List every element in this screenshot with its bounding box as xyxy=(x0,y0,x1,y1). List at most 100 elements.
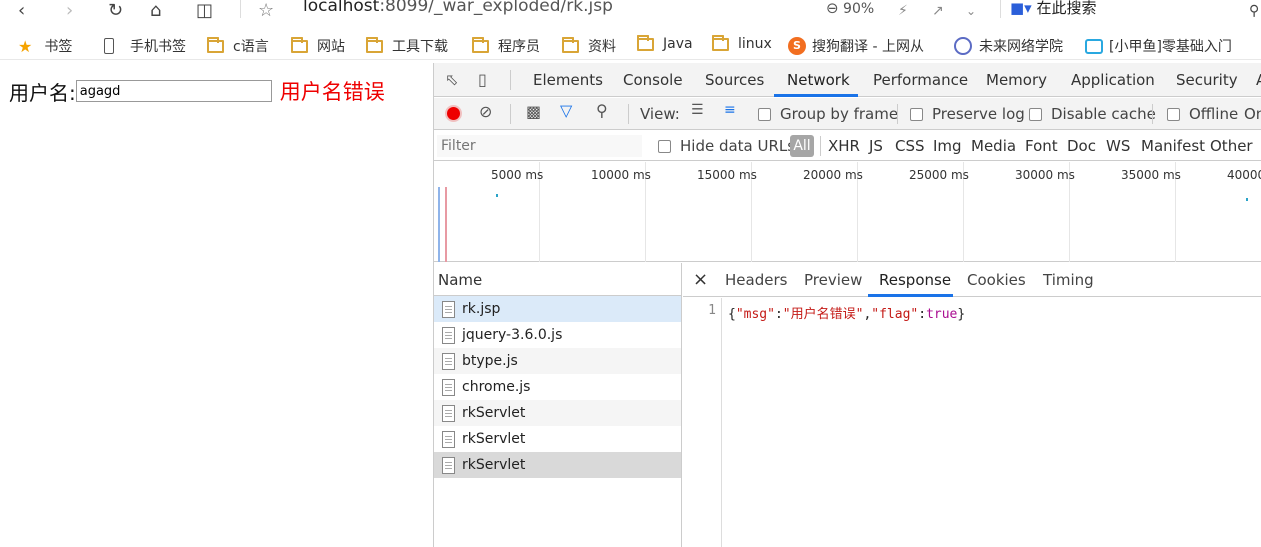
filter-js[interactable]: JS xyxy=(869,137,883,155)
checkbox-icon xyxy=(910,107,923,121)
phone-icon xyxy=(104,38,114,54)
disable-cache-checkbox[interactable]: Disable cache xyxy=(1029,105,1156,123)
bookmark-item[interactable]: c语言 xyxy=(207,36,269,56)
reader-icon[interactable]: ◫ xyxy=(196,2,213,20)
url-path: :8099/_war_exploded/rk.jsp xyxy=(379,0,613,16)
timeline-tick-label: 15000 ms xyxy=(697,168,757,182)
tab-headers[interactable]: Headers xyxy=(725,271,787,289)
request-row[interactable]: rk.jsp xyxy=(434,296,681,322)
close-icon[interactable]: × xyxy=(693,269,708,290)
group-by-frame-checkbox[interactable]: Group by frame xyxy=(758,105,898,123)
tab-preview[interactable]: Preview xyxy=(804,271,862,289)
bookmark-item[interactable]: 未来网络学院 xyxy=(954,36,1063,56)
request-row[interactable]: btype.js xyxy=(434,348,681,374)
timeline-tick-label: 25000 ms xyxy=(909,168,969,182)
response-body[interactable]: 1 {"msg":"用户名错误","flag":true} xyxy=(683,298,1261,547)
filter-doc[interactable]: Doc xyxy=(1067,137,1096,155)
filter-icon[interactable]: ▽ xyxy=(560,101,572,120)
device-toggle-icon[interactable]: ▯ xyxy=(478,70,487,89)
name-column-header[interactable]: Name xyxy=(434,263,681,296)
folder-icon xyxy=(207,36,224,53)
tab-network[interactable]: Network xyxy=(787,71,850,89)
bookmark-item[interactable]: [小甲鱼]零基础入门 xyxy=(1085,36,1261,56)
filter-media[interactable]: Media xyxy=(971,137,1016,155)
checkbox-icon xyxy=(1029,107,1042,121)
record-icon[interactable] xyxy=(445,105,462,122)
home-icon[interactable]: ⌂ xyxy=(150,2,161,20)
network-controls: ⊘ ▩ ▽ ⚲ View: ☰ ≡ Group by frame Preserv… xyxy=(434,98,1261,130)
file-icon xyxy=(442,456,455,474)
file-icon xyxy=(442,404,455,422)
throttling-select[interactable]: On xyxy=(1244,105,1261,123)
tab-elements[interactable]: Elements xyxy=(533,71,603,89)
address-bar[interactable]: localhost:8099/_war_exploded/rk.jsp xyxy=(303,0,613,16)
hide-data-urls-checkbox[interactable]: Hide data URLs xyxy=(658,137,795,155)
inspect-element-icon[interactable]: ⬁ xyxy=(445,70,458,89)
forward-icon[interactable]: › xyxy=(66,2,73,20)
response-code-line: {"msg":"用户名错误","flag":true} xyxy=(728,307,966,322)
bookmark-item[interactable]: 工具下载 xyxy=(366,36,448,56)
list-view-icon[interactable]: ☰ xyxy=(691,102,704,118)
request-row[interactable]: chrome.js xyxy=(434,374,681,400)
search-icon[interactable]: ⚲ xyxy=(1249,2,1259,20)
lightning-icon[interactable]: ⚡ xyxy=(898,2,908,20)
tab-overflow[interactable]: A xyxy=(1256,71,1261,89)
folder-icon xyxy=(291,36,308,53)
bookmark-item[interactable]: linux xyxy=(712,34,772,52)
filter-xhr[interactable]: XHR xyxy=(828,137,860,155)
login-form: 用户名: 用户名错误 xyxy=(9,76,385,106)
bookmark-item[interactable]: ★ 书签 xyxy=(18,36,72,56)
tab-timing[interactable]: Timing xyxy=(1043,271,1094,289)
tab-performance[interactable]: Performance xyxy=(873,71,968,89)
bookmark-item[interactable]: 手机书签 xyxy=(104,36,186,56)
request-row[interactable]: jquery-3.6.0.js xyxy=(434,322,681,348)
filter-all-button[interactable]: All xyxy=(790,135,814,157)
filter-font[interactable]: Font xyxy=(1025,137,1058,155)
bookmark-item[interactable]: 网站 xyxy=(291,36,345,56)
zoom-indicator[interactable]: ⊖ 90% xyxy=(826,0,874,17)
line-number: 1 xyxy=(683,298,722,547)
network-timeline[interactable]: 5000 ms 10000 ms 15000 ms 20000 ms 25000… xyxy=(434,162,1261,262)
favorite-star-icon[interactable]: ☆ xyxy=(258,2,274,20)
waterfall-view-icon[interactable]: ≡ xyxy=(724,102,736,118)
zoom-level: 90% xyxy=(843,1,875,17)
preserve-log-checkbox[interactable]: Preserve log xyxy=(910,105,1025,123)
filter-img[interactable]: Img xyxy=(933,137,962,155)
request-row[interactable]: rkServlet xyxy=(434,452,681,478)
chevron-down-icon[interactable]: ⌄ xyxy=(966,2,976,20)
bookmark-item[interactable]: 程序员 xyxy=(472,36,540,56)
request-row[interactable]: rkServlet xyxy=(434,400,681,426)
tab-response[interactable]: Response xyxy=(879,271,951,289)
camera-icon[interactable]: ▩ xyxy=(526,102,541,121)
bookmark-item[interactable]: S 搜狗翻译 - 上网从 xyxy=(788,36,924,56)
tab-cookies[interactable]: Cookies xyxy=(967,271,1026,289)
back-icon[interactable]: ‹ xyxy=(18,2,25,20)
filter-other[interactable]: Other xyxy=(1210,137,1253,155)
offline-checkbox[interactable]: Offline xyxy=(1167,105,1238,123)
reload-icon[interactable]: ↻ xyxy=(108,2,123,20)
filter-manifest[interactable]: Manifest xyxy=(1141,137,1205,155)
request-row[interactable]: rkServlet xyxy=(434,426,681,452)
sogou-icon: S xyxy=(788,37,806,55)
tab-application[interactable]: Application xyxy=(1071,71,1155,89)
filter-css[interactable]: CSS xyxy=(895,137,925,155)
file-icon xyxy=(442,300,455,318)
timeline-tick-label: 5000 ms xyxy=(491,168,544,182)
filter-ws[interactable]: WS xyxy=(1106,137,1130,155)
clear-icon[interactable]: ⊘ xyxy=(479,102,492,121)
tab-console[interactable]: Console xyxy=(623,71,683,89)
checkbox-icon xyxy=(658,139,671,153)
username-label: 用户名: xyxy=(9,80,76,105)
tab-sources[interactable]: Sources xyxy=(705,71,764,89)
bookmark-item[interactable]: 资料 xyxy=(562,36,616,56)
username-input[interactable] xyxy=(75,80,272,102)
folder-icon xyxy=(562,36,579,53)
tab-memory[interactable]: Memory xyxy=(986,71,1047,89)
search-icon[interactable]: ⚲ xyxy=(596,101,608,120)
share-icon[interactable]: ↗ xyxy=(932,2,944,20)
search-box[interactable]: ■▾ 在此搜索 xyxy=(1010,0,1097,18)
filter-input[interactable] xyxy=(437,135,642,157)
file-icon xyxy=(442,352,455,370)
tab-security[interactable]: Security xyxy=(1176,71,1238,89)
bookmark-item[interactable]: Java xyxy=(637,34,693,52)
